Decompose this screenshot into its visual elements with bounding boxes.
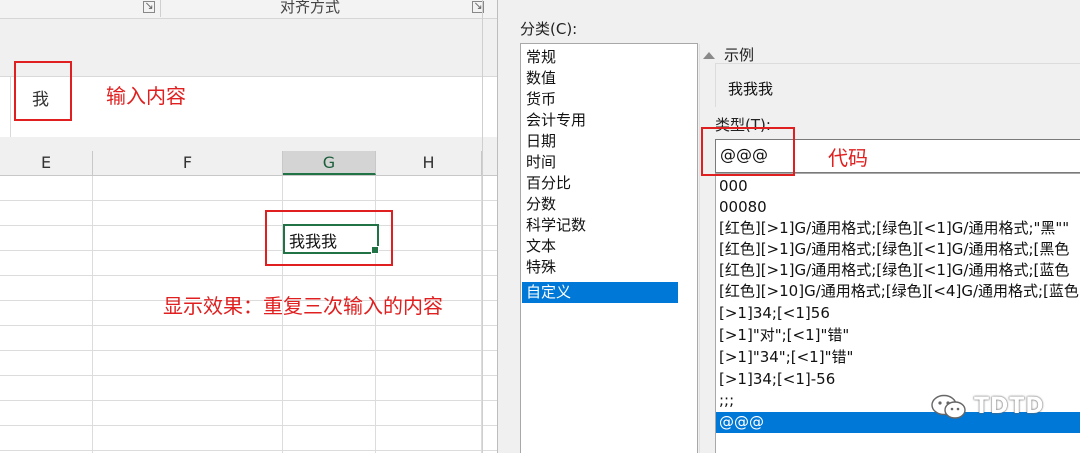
type-list-item[interactable]: ;;; <box>719 390 734 411</box>
type-list-item[interactable]: [>1]"对";[<1]"错" <box>719 325 849 346</box>
ribbon-separator <box>160 0 161 17</box>
excel-window: ↘ 对齐方式 ↘ 我 E F G H 我我我 输入内容 显示效果：重复三次输入的… <box>0 0 497 453</box>
category-list[interactable]: 常规 数值 货币 会计专用 日期 时间 百分比 分数 科学记数 文本 特殊 自定… <box>520 43 718 453</box>
sample-value: 我我我 <box>728 80 774 98</box>
watermark-text: TDTD <box>974 394 1045 419</box>
sample-label: 示例 <box>724 46 755 64</box>
category-item[interactable]: 会计专用 <box>526 110 586 131</box>
formula-gap <box>0 137 497 151</box>
category-item[interactable]: 货币 <box>526 89 556 110</box>
category-item[interactable]: 常规 <box>526 47 556 68</box>
formula-bar[interactable]: 我 <box>0 76 497 138</box>
type-list-item[interactable]: 000 <box>719 176 748 197</box>
ribbon-body <box>0 19 497 76</box>
type-list-item[interactable]: 00080 <box>719 197 767 218</box>
type-list-item[interactable]: [>1]34;[<1]-56 <box>719 369 835 390</box>
category-item[interactable]: 科学记数 <box>526 215 586 236</box>
type-list-item[interactable]: [>1]34;[<1]56 <box>719 303 830 324</box>
category-item[interactable]: 特殊 <box>526 257 556 278</box>
category-item[interactable]: 百分比 <box>526 173 571 194</box>
column-header-f[interactable]: F <box>93 151 283 175</box>
result-annotation: 显示效果：重复三次输入的内容 <box>163 294 443 318</box>
category-item[interactable]: 数值 <box>526 68 556 89</box>
scrollbar-edge <box>482 0 483 453</box>
category-label: 分类(C): <box>520 20 578 38</box>
type-list-item[interactable]: [红色][>10]G/通用格式;[绿色][<4]G/通用格式;[蓝色 <box>719 281 1079 302</box>
code-highlight-box <box>701 127 795 176</box>
category-item[interactable]: 日期 <box>526 131 556 152</box>
scroll-up-icon[interactable] <box>703 52 715 59</box>
wechat-icon <box>931 394 966 419</box>
name-box[interactable] <box>0 77 11 137</box>
type-list-item[interactable]: [>1]"34";[<1]"错" <box>719 347 853 368</box>
column-header-row: E F G H <box>0 151 497 176</box>
code-annotation: 代码 <box>828 146 868 170</box>
ribbon: ↘ 对齐方式 ↘ <box>0 0 497 19</box>
category-item[interactable]: 时间 <box>526 152 556 173</box>
dialog-launcher-icon[interactable]: ↘ <box>143 0 155 13</box>
category-item[interactable]: 文本 <box>526 236 556 257</box>
type-list-item[interactable]: [红色][>1]G/通用格式;[绿色][<1]G/通用格式;"黑"" <box>719 218 1069 239</box>
input-annotation: 输入内容 <box>106 84 186 108</box>
category-item-selected[interactable]: 自定义 <box>522 282 678 303</box>
column-header-g[interactable]: G <box>283 151 376 175</box>
column-header-h[interactable]: H <box>376 151 482 175</box>
result-highlight-box <box>265 210 393 266</box>
input-highlight-box <box>14 61 72 121</box>
category-item[interactable]: 分数 <box>526 194 556 215</box>
sample-box: 我我我 <box>715 63 1080 107</box>
type-list-item[interactable]: [红色][>1]G/通用格式;[绿色][<1]G/通用格式;[蓝色 <box>719 260 1069 281</box>
ribbon-group-alignment: 对齐方式 <box>280 0 341 16</box>
column-header-e[interactable]: E <box>0 151 93 175</box>
format-cells-dialog: 分类(C): 常规 数值 货币 会计专用 日期 时间 百分比 分数 科学记数 文… <box>497 0 1080 453</box>
type-list-item[interactable]: [红色][>1]G/通用格式;[绿色][<1]G/通用格式;[黑色 <box>719 239 1069 260</box>
